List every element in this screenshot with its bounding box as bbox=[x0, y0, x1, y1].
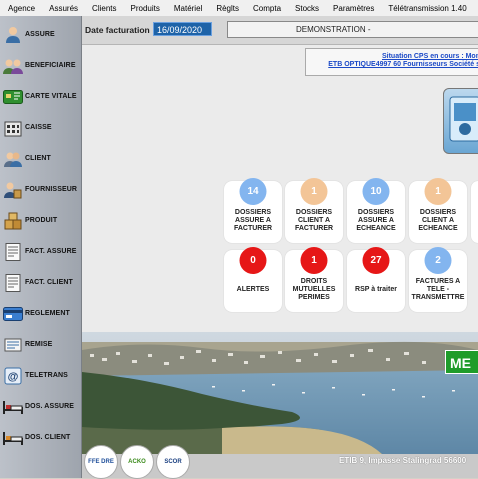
vitale-card-icon bbox=[3, 88, 23, 106]
boxes-icon bbox=[3, 212, 23, 230]
sidebar-item-label: PRODUIT bbox=[25, 217, 58, 224]
tile-dossiers-assure-a-facturer[interactable]: 14 DOSSIERS ASSURE A FACTURER bbox=[224, 178, 282, 243]
tile-dossiers-client-a-echeance[interactable]: 1 DOSSIERS CLIENT A ECHEANCE bbox=[409, 178, 467, 243]
menu-bar: Agence Assurés Clients Produits Matériel… bbox=[0, 0, 478, 17]
menu-agence[interactable]: Agence bbox=[0, 4, 42, 13]
tile-label: RSP à traiter bbox=[355, 286, 397, 293]
menu-produits[interactable]: Produits bbox=[124, 4, 167, 13]
sidebar-item-label: REMISE bbox=[25, 341, 53, 348]
menu-compta[interactable]: Compta bbox=[246, 4, 288, 13]
at-sign-icon: @ bbox=[3, 367, 23, 385]
partner-logo-ffe: FFE DRE bbox=[84, 445, 118, 479]
sidebar-item-label: FACT. CLIENT bbox=[25, 279, 73, 286]
count-badge: 10 bbox=[362, 178, 390, 205]
main-panel: Date facturation 16/09/2020 DEMONSTRATIO… bbox=[82, 16, 478, 479]
count-badge: 2 bbox=[424, 247, 452, 274]
person-icon bbox=[3, 26, 23, 44]
menu-stocks[interactable]: Stocks bbox=[288, 4, 326, 13]
tile-label: DOSSIERS CLIENT A FACTURER bbox=[294, 209, 334, 232]
date-facturation-label: Date facturation bbox=[85, 25, 150, 35]
app-logo bbox=[443, 88, 478, 154]
cps-status-link[interactable]: Situation CPS en cours : Mon bbox=[306, 49, 478, 60]
count-badge: 1 bbox=[424, 178, 452, 205]
tile-label: DOSSIERS ASSURE A FACTURER bbox=[233, 209, 273, 232]
people-icon bbox=[3, 150, 23, 168]
sidebar-item-label: FOURNISSEUR bbox=[25, 186, 78, 193]
count-badge: 1 bbox=[300, 178, 328, 205]
tile-alertes[interactable]: 0 ALERTES bbox=[224, 247, 282, 312]
sidebar-item-label: FACT. ASSURE bbox=[25, 248, 77, 255]
sidebar-item-teletrans[interactable]: @ TELETRANS bbox=[0, 360, 81, 391]
tile-label: FACTURES A TELE - TRANSMETTRE bbox=[411, 278, 465, 301]
date-facturation-input[interactable]: 16/09/2020 bbox=[153, 22, 212, 36]
invoice-icon bbox=[3, 273, 23, 292]
bed-icon bbox=[3, 429, 23, 447]
brand-tag: ME bbox=[445, 350, 478, 374]
sidebar-item-remise[interactable]: REMISE bbox=[0, 329, 81, 360]
tile-rsp-a-traiter[interactable]: 27 RSP à traiter bbox=[347, 247, 405, 312]
building-icon bbox=[3, 119, 23, 137]
menu-materiel[interactable]: Matériel bbox=[167, 4, 209, 13]
partner-logo-acko: ACKO bbox=[120, 445, 154, 479]
tile-label: DOSSIERS ASSURE A ECHEANCE bbox=[356, 209, 396, 232]
sidebar-item-beneficiaire[interactable]: BENEFICIAIRE bbox=[0, 50, 81, 81]
count-badge: 14 bbox=[239, 178, 267, 205]
tile-label: DOSSIERS CLIENT A ECHEANCE bbox=[418, 209, 458, 232]
sidebar-item-label: CAISSE bbox=[25, 124, 52, 131]
sidebar-item-carte-vitale[interactable]: CARTE VITALE bbox=[0, 81, 81, 112]
menu-reglts[interactable]: Règlts bbox=[209, 4, 246, 13]
menu-teletransmission[interactable]: Télétransmission 1.40 bbox=[381, 4, 473, 13]
sidebar-item-dos-client[interactable]: DOS. CLIENT bbox=[0, 422, 81, 453]
sidebar-item-reglement[interactable]: REGLEMENT bbox=[0, 298, 81, 329]
sidebar-item-label: CLIENT bbox=[25, 155, 51, 162]
remittance-icon bbox=[3, 336, 23, 354]
sidebar-item-label: CARTE VITALE bbox=[25, 93, 77, 100]
sidebar-item-fournisseur[interactable]: FOURNISSEUR bbox=[0, 174, 81, 205]
sidebar-item-label: ASSURE bbox=[25, 31, 55, 38]
supplier-icon bbox=[3, 181, 23, 199]
sidebar-item-label: REGLEMENT bbox=[25, 310, 70, 317]
sidebar-item-fact-assure[interactable]: FACT. ASSURE bbox=[0, 236, 81, 267]
top-bar: Date facturation 16/09/2020 DEMONSTRATIO… bbox=[82, 16, 478, 45]
tile-droits-mutuelles-perimes[interactable]: 1 DROITS MUTUELLES PERIMES bbox=[285, 247, 343, 312]
sidebar-item-label: DOS. CLIENT bbox=[25, 434, 71, 441]
sidebar: ASSURE BENEFICIAIRE CARTE VITALE CAISSE … bbox=[0, 16, 82, 478]
sidebar-item-fact-client[interactable]: FACT. CLIENT bbox=[0, 267, 81, 298]
tile-partial[interactable] bbox=[471, 181, 478, 243]
sidebar-item-assure[interactable]: ASSURE bbox=[0, 19, 81, 50]
sidebar-item-caisse[interactable]: CAISSE bbox=[0, 112, 81, 143]
people-icon bbox=[3, 57, 23, 75]
tile-dossiers-assure-a-echeance[interactable]: 10 DOSSIERS ASSURE A ECHEANCE bbox=[347, 178, 405, 243]
invoice-icon bbox=[3, 242, 23, 261]
tile-label: DROITS MUTUELLES PERIMES bbox=[292, 278, 336, 301]
sidebar-item-dos-assure[interactable]: DOS. ASSURE bbox=[0, 391, 81, 422]
cps-status-box[interactable]: Situation CPS en cours : Mon ETB OPTIQUE… bbox=[305, 48, 478, 76]
sidebar-item-label: DOS. ASSURE bbox=[25, 403, 75, 410]
count-badge: 27 bbox=[362, 247, 390, 274]
company-address: ETIB 9, Impasse Stalingrad 56600 bbox=[339, 456, 467, 465]
establishment-link[interactable]: ETB OPTIQUE4997 60 Fournisseurs Société … bbox=[306, 60, 478, 68]
sidebar-item-label: TELETRANS bbox=[25, 372, 68, 379]
bed-icon bbox=[3, 398, 23, 416]
partner-logo-scor: SCOR bbox=[156, 445, 190, 479]
sidebar-item-produit[interactable]: PRODUIT bbox=[0, 205, 81, 236]
count-badge: 1 bbox=[300, 247, 328, 274]
sidebar-item-client[interactable]: CLIENT bbox=[0, 143, 81, 174]
payment-card-icon bbox=[3, 305, 23, 323]
svg-text:@: @ bbox=[8, 371, 19, 383]
tile-factures-a-teletransmettre[interactable]: 2 FACTURES A TELE - TRANSMETTRE bbox=[409, 247, 467, 312]
banner-photo: ME bbox=[82, 332, 478, 454]
menu-parametres[interactable]: Paramètres bbox=[326, 4, 381, 13]
tile-dossiers-client-a-facturer[interactable]: 1 DOSSIERS CLIENT A FACTURER bbox=[285, 178, 343, 243]
menu-clients[interactable]: Clients bbox=[85, 4, 123, 13]
demonstration-banner: DEMONSTRATION - bbox=[227, 21, 478, 38]
menu-assures[interactable]: Assurés bbox=[42, 4, 85, 13]
sidebar-item-label: BENEFICIAIRE bbox=[25, 62, 76, 69]
tile-label: ALERTES bbox=[236, 286, 270, 293]
count-badge: 0 bbox=[239, 247, 267, 274]
